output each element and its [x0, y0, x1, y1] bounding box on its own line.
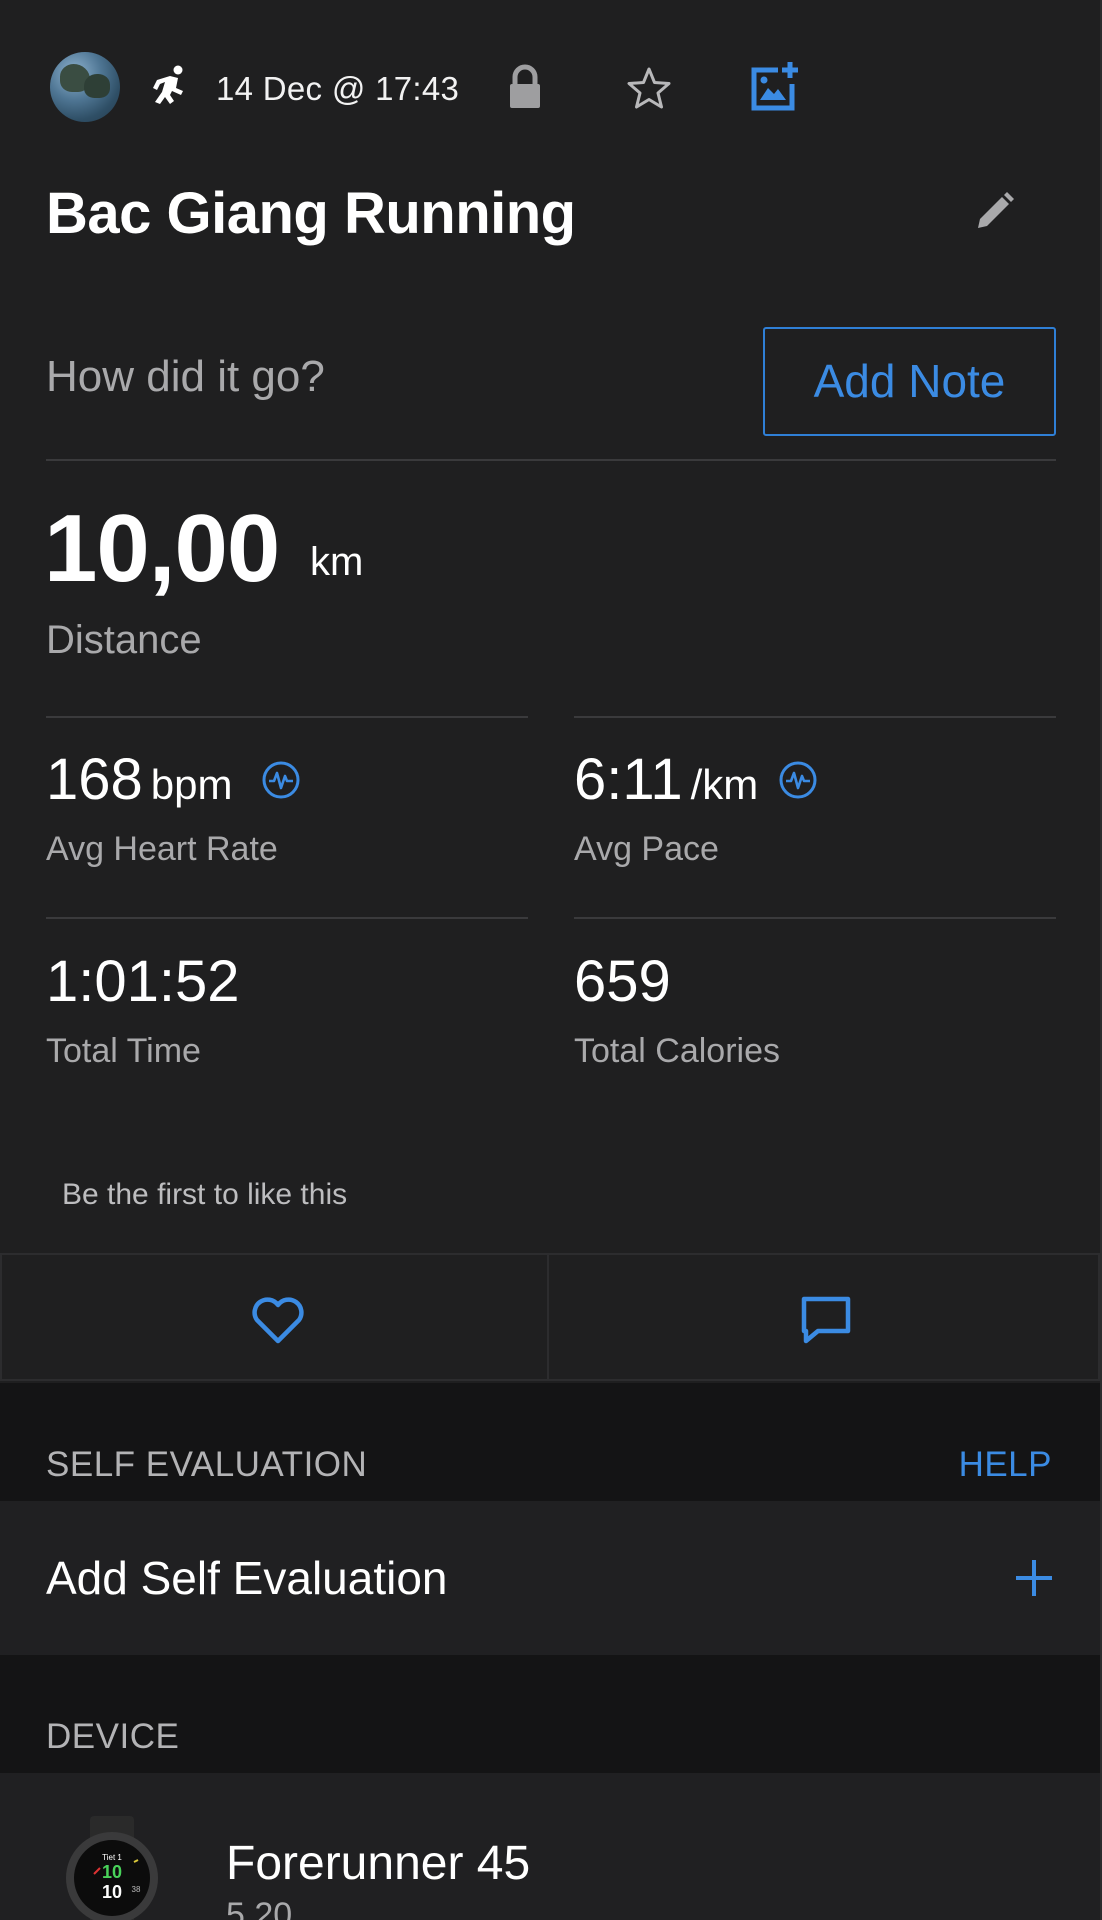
social-action-bar: [0, 1253, 1100, 1381]
add-self-evaluation-row[interactable]: Add Self Evaluation: [0, 1501, 1100, 1655]
device-section: DEVICE: [0, 1655, 1100, 1773]
heart-rate-badge-icon[interactable]: [778, 760, 818, 800]
activity-date-time: 14 Dec @ 17:43: [216, 70, 460, 107]
device-version: 5.20: [226, 1896, 293, 1920]
divider: [574, 917, 1056, 919]
help-link[interactable]: HELP: [959, 1445, 1052, 1485]
avg-pace-value: 6:11: [574, 747, 683, 812]
distance-unit: km: [310, 540, 364, 584]
heart-icon: [252, 1297, 304, 1344]
comment-button[interactable]: [551, 1255, 1100, 1379]
like-button[interactable]: [0, 1255, 549, 1379]
svg-text:10: 10: [102, 1882, 122, 1902]
avatar[interactable]: [50, 52, 120, 122]
svg-text:38: 38: [132, 1885, 141, 1894]
total-calories-label: Total Calories: [574, 1032, 780, 1070]
divider: [46, 459, 1056, 461]
likes-text[interactable]: Be the first to like this: [62, 1178, 347, 1212]
activity-title: Bac Giang Running: [46, 181, 576, 246]
divider: [46, 917, 528, 919]
avg-pace-stat: 6:11/km: [574, 746, 758, 813]
device-name: Forerunner 45: [226, 1837, 531, 1890]
device-row[interactable]: [0, 1773, 1100, 1920]
star-icon[interactable]: [625, 65, 673, 113]
add-note-button[interactable]: Add Note: [763, 327, 1056, 436]
total-calories-value: 659: [574, 949, 671, 1014]
running-person-icon: [153, 65, 183, 104]
avg-pace-label: Avg Pace: [574, 830, 719, 868]
activity-detail-screen: 14 Dec @ 17:43 Bac Giang Running How did…: [0, 0, 1102, 1920]
divider: [46, 716, 528, 718]
plus-icon[interactable]: [1014, 1558, 1054, 1598]
activity-header: 14 Dec @ 17:43: [48, 50, 1058, 126]
pencil-icon[interactable]: [972, 190, 1016, 234]
add-photo-icon[interactable]: [748, 60, 802, 114]
section-title: DEVICE: [46, 1717, 180, 1756]
add-self-evaluation-label: Add Self Evaluation: [46, 1552, 448, 1604]
avg-heart-rate-stat: 168 bpm: [46, 746, 232, 813]
avg-pace-unit: /km: [690, 761, 759, 808]
watch-image: Tiet 1 10 10 38: [66, 1816, 158, 1920]
section-title: SELF EVALUATION: [46, 1445, 368, 1484]
note-prompt: How did it go?: [46, 352, 325, 401]
distance-value: 10,00: [44, 495, 280, 602]
total-time-label: Total Time: [46, 1032, 201, 1070]
avg-heart-rate-value: 168: [46, 747, 143, 812]
heart-rate-badge-icon[interactable]: [261, 760, 301, 800]
total-time-value: 1:01:52: [46, 949, 240, 1014]
comment-icon: [801, 1296, 851, 1344]
svg-text:Tiet 1: Tiet 1: [102, 1853, 122, 1862]
avg-heart-rate-unit: bpm: [150, 761, 233, 808]
divider: [574, 716, 1056, 718]
lock-icon[interactable]: [504, 64, 546, 110]
distance-label: Distance: [46, 618, 202, 662]
svg-text:10: 10: [102, 1862, 122, 1882]
avg-heart-rate-label: Avg Heart Rate: [46, 830, 278, 868]
self-evaluation-section: SELF EVALUATION HELP: [0, 1383, 1100, 1501]
